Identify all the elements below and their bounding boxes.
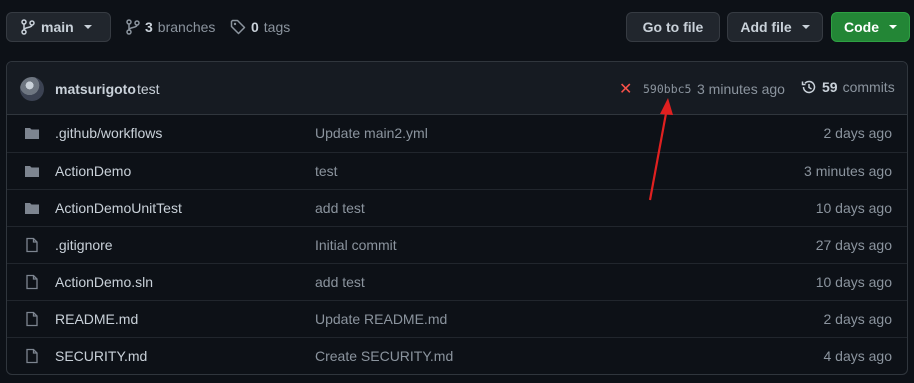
repo-toolbar: main 3 branches 0 tags Go to file Add fi… bbox=[6, 12, 910, 44]
file-icon bbox=[24, 311, 40, 327]
table-row: ActionDemo.sln add test 10 days ago bbox=[7, 263, 907, 300]
commit-message-link[interactable]: Create SECURITY.md bbox=[315, 348, 453, 364]
go-to-file-button[interactable]: Go to file bbox=[626, 12, 720, 42]
commits-label: commits bbox=[842, 79, 895, 95]
file-icon bbox=[24, 237, 40, 253]
chevron-down-icon bbox=[889, 25, 897, 29]
tags-label: tags bbox=[263, 19, 291, 35]
commit-message-link[interactable]: Update main2.yml bbox=[315, 125, 428, 141]
commit-age: 4 days ago bbox=[823, 348, 893, 364]
file-icon bbox=[24, 348, 40, 364]
branches-label: branches bbox=[157, 19, 216, 35]
branch-selector-button[interactable]: main bbox=[6, 12, 111, 42]
commit-age: 2 days ago bbox=[823, 311, 893, 327]
commit-author[interactable]: matsurigoto bbox=[55, 81, 136, 97]
commit-sha[interactable]: 590bbc5 bbox=[643, 82, 691, 96]
file-name-link[interactable]: ActionDemo.sln bbox=[55, 274, 153, 290]
code-button[interactable]: Code bbox=[831, 12, 910, 42]
commit-time: 3 minutes ago bbox=[697, 81, 785, 97]
commit-message-link[interactable]: Initial commit bbox=[315, 237, 397, 253]
branches-link[interactable]: 3 branches bbox=[126, 12, 215, 42]
tags-count: 0 bbox=[251, 19, 259, 35]
folder-icon bbox=[24, 125, 40, 141]
commit-message-link[interactable]: add test bbox=[315, 200, 365, 216]
commit-age: 3 minutes ago bbox=[804, 163, 892, 179]
chevron-down-icon bbox=[83, 25, 92, 29]
table-row: README.md Update README.md 2 days ago bbox=[7, 300, 907, 337]
folder-icon bbox=[24, 200, 40, 216]
latest-commit-bar: matsurigoto test ✕ 590bbc5 3 minutes ago… bbox=[7, 62, 907, 115]
git-branch-icon bbox=[126, 19, 140, 35]
file-name-link[interactable]: SECURITY.md bbox=[55, 348, 147, 364]
git-branch-icon bbox=[21, 19, 35, 35]
avatar[interactable] bbox=[20, 77, 44, 101]
commit-age: 10 days ago bbox=[815, 200, 892, 216]
file-browser: matsurigoto test ✕ 590bbc5 3 minutes ago… bbox=[6, 61, 908, 375]
commits-count: 59 bbox=[822, 79, 838, 95]
add-file-label: Add file bbox=[740, 19, 792, 35]
commit-message-link[interactable]: test bbox=[315, 163, 338, 179]
branches-count: 3 bbox=[145, 19, 153, 35]
commit-message-link[interactable]: add test bbox=[315, 274, 365, 290]
commit-message-link[interactable]: Update README.md bbox=[315, 311, 447, 327]
file-name-link[interactable]: .github/workflows bbox=[55, 125, 162, 141]
tag-icon bbox=[230, 19, 246, 35]
file-icon bbox=[24, 274, 40, 290]
code-label: Code bbox=[844, 19, 879, 35]
table-row: ActionDemoUnitTest add test 10 days ago bbox=[7, 189, 907, 226]
commit-age: 10 days ago bbox=[815, 274, 892, 290]
add-file-button[interactable]: Add file bbox=[727, 12, 823, 42]
commit-age: 27 days ago bbox=[815, 237, 892, 253]
table-row: .github/workflows Update main2.yml 2 days … bbox=[7, 115, 907, 152]
branch-name: main bbox=[41, 19, 74, 35]
annotation-arrow bbox=[648, 98, 673, 201]
tags-link[interactable]: 0 tags bbox=[230, 12, 290, 42]
failed-status-icon[interactable]: ✕ bbox=[619, 79, 632, 99]
commits-history-link[interactable]: 59 commits bbox=[801, 79, 895, 95]
history-icon bbox=[801, 80, 816, 94]
table-row: SECURITY.md Create SECURITY.md 4 days ago bbox=[7, 337, 907, 374]
commit-age: 2 days ago bbox=[823, 125, 893, 141]
table-row: ActionDemo test 3 minutes ago bbox=[7, 152, 907, 189]
file-list: .github/workflows Update main2.yml 2 days … bbox=[7, 115, 907, 374]
file-name-link[interactable]: ActionDemo bbox=[55, 163, 131, 179]
file-name-link[interactable]: .gitignore bbox=[55, 237, 113, 253]
file-name-link[interactable]: README.md bbox=[55, 311, 138, 327]
table-row: .gitignore Initial commit 27 days ago bbox=[7, 226, 907, 263]
folder-icon bbox=[24, 163, 40, 179]
chevron-down-icon bbox=[801, 25, 810, 29]
file-name-link[interactable]: ActionDemoUnitTest bbox=[55, 200, 182, 216]
commit-message[interactable]: test bbox=[137, 81, 160, 97]
